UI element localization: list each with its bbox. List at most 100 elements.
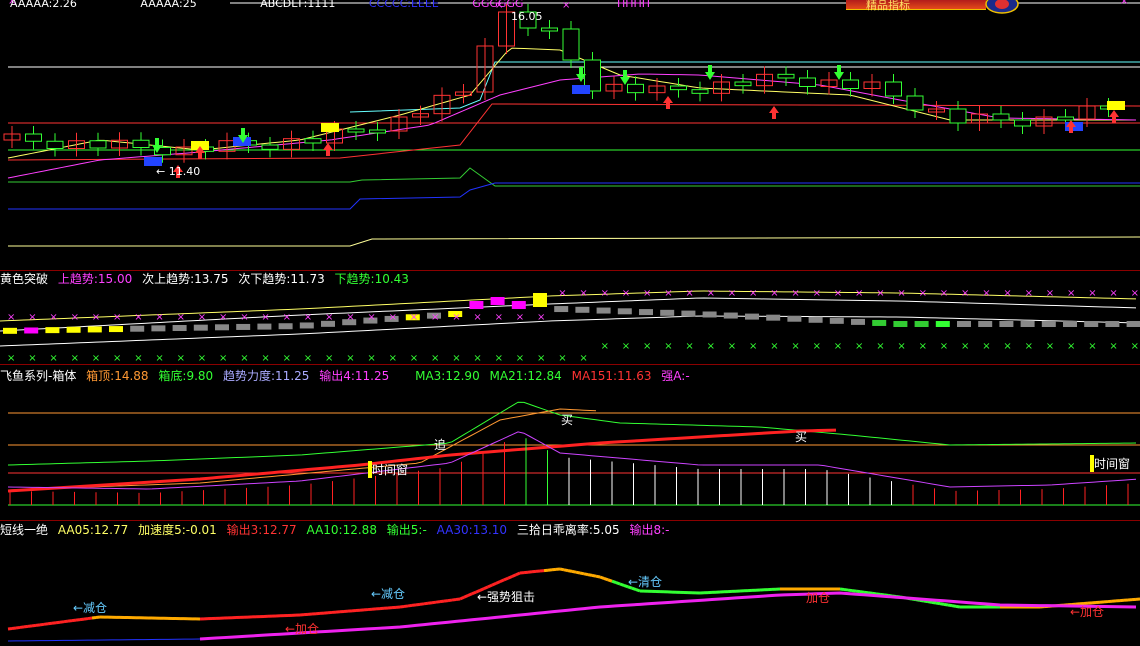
signal-line xyxy=(31,623,37,628)
up-arrow-icon xyxy=(663,96,673,109)
x-marker: × xyxy=(283,312,291,323)
up-arrow-icon xyxy=(1066,120,1076,133)
signal-block xyxy=(1107,101,1125,110)
signal-line xyxy=(843,588,849,592)
signal-line xyxy=(431,600,437,605)
price-chart-pane[interactable]: × × × × AAAAA:2.26 AAAAA:25 ABCDEF:1111 CCC… xyxy=(0,0,1140,270)
x-marker: × xyxy=(240,312,248,323)
x-marker: × xyxy=(71,353,79,364)
signal-line xyxy=(931,600,937,605)
time-window-marker: 时间窗 xyxy=(368,461,408,478)
x-marker: × xyxy=(791,341,799,352)
legend-item: 强A:- xyxy=(661,369,690,383)
signal-line xyxy=(463,594,469,599)
promo-banner[interactable]: 精品指标 xyxy=(846,0,986,12)
short-line-pane[interactable]: 短线一绝 AA05:12.77 加速度5:-0.01 输出3:12.77 AA1… xyxy=(0,521,1140,646)
signal-line xyxy=(867,591,873,595)
x-marker: × xyxy=(876,341,884,352)
trend-block xyxy=(681,310,696,317)
x-marker: × xyxy=(685,341,693,352)
x-marker: × xyxy=(283,353,291,364)
legend-item: 加速度5:-0.01 xyxy=(138,523,217,537)
yellow-breakout-legend: 黄色突破 上趋势:15.00 次上趋势:13.75 次下趋势:11.73 下趋势… xyxy=(0,271,415,289)
signal-line xyxy=(507,575,513,580)
signal-line xyxy=(955,604,961,609)
band-line xyxy=(8,236,1140,247)
x-marker: × xyxy=(219,312,227,323)
candle-body xyxy=(842,79,859,89)
trend-block xyxy=(109,326,123,333)
x-marker: × xyxy=(834,288,842,299)
x-marker: × xyxy=(113,353,121,364)
header-fragment: ABCDEF:1111 xyxy=(260,0,336,8)
x-marker: × xyxy=(431,353,439,364)
x-marker: × xyxy=(791,288,799,299)
trophy-icon[interactable] xyxy=(984,0,1020,14)
legend-item: 输出8:- xyxy=(629,523,670,537)
x-marker: × xyxy=(219,353,227,364)
ma-line xyxy=(7,428,837,493)
signal-line xyxy=(23,624,29,629)
x-marker: × xyxy=(982,288,990,299)
clear-position-annotation: ←清仓 xyxy=(628,575,663,589)
trend-block xyxy=(24,327,39,334)
signal-line xyxy=(55,620,61,625)
x-marker: × xyxy=(452,353,460,364)
trend-block xyxy=(702,311,717,318)
legend-item: 下趋势:10.43 xyxy=(334,272,409,286)
promo-banner-text: 精品指标 xyxy=(866,0,910,12)
x-marker: × xyxy=(410,353,418,364)
trend-line xyxy=(7,638,201,642)
candle-body xyxy=(734,81,752,87)
trend-block xyxy=(1105,321,1120,327)
trend-block xyxy=(130,325,145,332)
candle-body xyxy=(777,73,795,79)
signal-line xyxy=(939,602,945,606)
signal-line xyxy=(47,621,53,626)
candle-body xyxy=(691,89,709,94)
signal-line xyxy=(839,587,845,592)
signal-line xyxy=(859,590,865,594)
x-marker: × xyxy=(1003,288,1011,299)
x-marker: × xyxy=(643,341,651,352)
x-marker: × xyxy=(728,341,736,352)
x-marker: × xyxy=(1067,341,1075,352)
legend-item: 次上趋势:13.75 xyxy=(142,272,229,286)
flying-fish-legend: 飞鱼系列-箱体 箱顶:14.88 箱底:9.80 趋势力度:11.25 输出4:… xyxy=(0,368,696,386)
trend-block xyxy=(596,307,611,314)
x-marker: × xyxy=(134,312,142,323)
candle-body xyxy=(1014,119,1031,127)
flying-fish-box-pane[interactable]: 飞鱼系列-箱体 箱顶:14.88 箱底:9.80 趋势力度:11.25 输出4:… xyxy=(0,365,1140,520)
signal-line xyxy=(19,625,25,629)
trend-block xyxy=(1063,321,1077,327)
signal-line xyxy=(847,588,853,593)
signal-line xyxy=(591,573,597,578)
trend-block xyxy=(533,293,547,307)
x-marker: × xyxy=(1088,288,1096,299)
x-marker: × xyxy=(558,288,566,299)
trend-block xyxy=(511,301,526,309)
legend-item: AA30:13.10 xyxy=(436,523,508,537)
signal-line xyxy=(67,619,73,623)
x-marker: × xyxy=(707,341,715,352)
x-marker: × xyxy=(919,341,927,352)
trend-block xyxy=(236,323,251,330)
legend-item: 三拾日乖离率:5.05 xyxy=(516,523,620,537)
legend-item: AA10:12.88 xyxy=(306,523,377,537)
x-marker: × xyxy=(495,312,503,323)
x-marker: × xyxy=(92,312,100,323)
x-marker: × xyxy=(261,353,269,364)
yellow-breakout-pane[interactable]: 黄色突破 上趋势:15.00 次上趋势:13.75 次下趋势:11.73 下趋势… xyxy=(0,271,1140,364)
signal-line xyxy=(579,571,585,576)
x-marker: × xyxy=(177,312,185,323)
down-arrow-icon xyxy=(620,70,630,85)
x-marker: × xyxy=(113,312,121,323)
signal-line xyxy=(71,618,77,623)
signal-line xyxy=(503,576,509,582)
trend-block xyxy=(172,325,187,332)
x-marker: × xyxy=(749,341,757,352)
x-marker: × xyxy=(516,353,524,364)
x-marker: × xyxy=(410,312,418,323)
candle-body xyxy=(670,85,687,91)
signal-line xyxy=(615,581,621,586)
